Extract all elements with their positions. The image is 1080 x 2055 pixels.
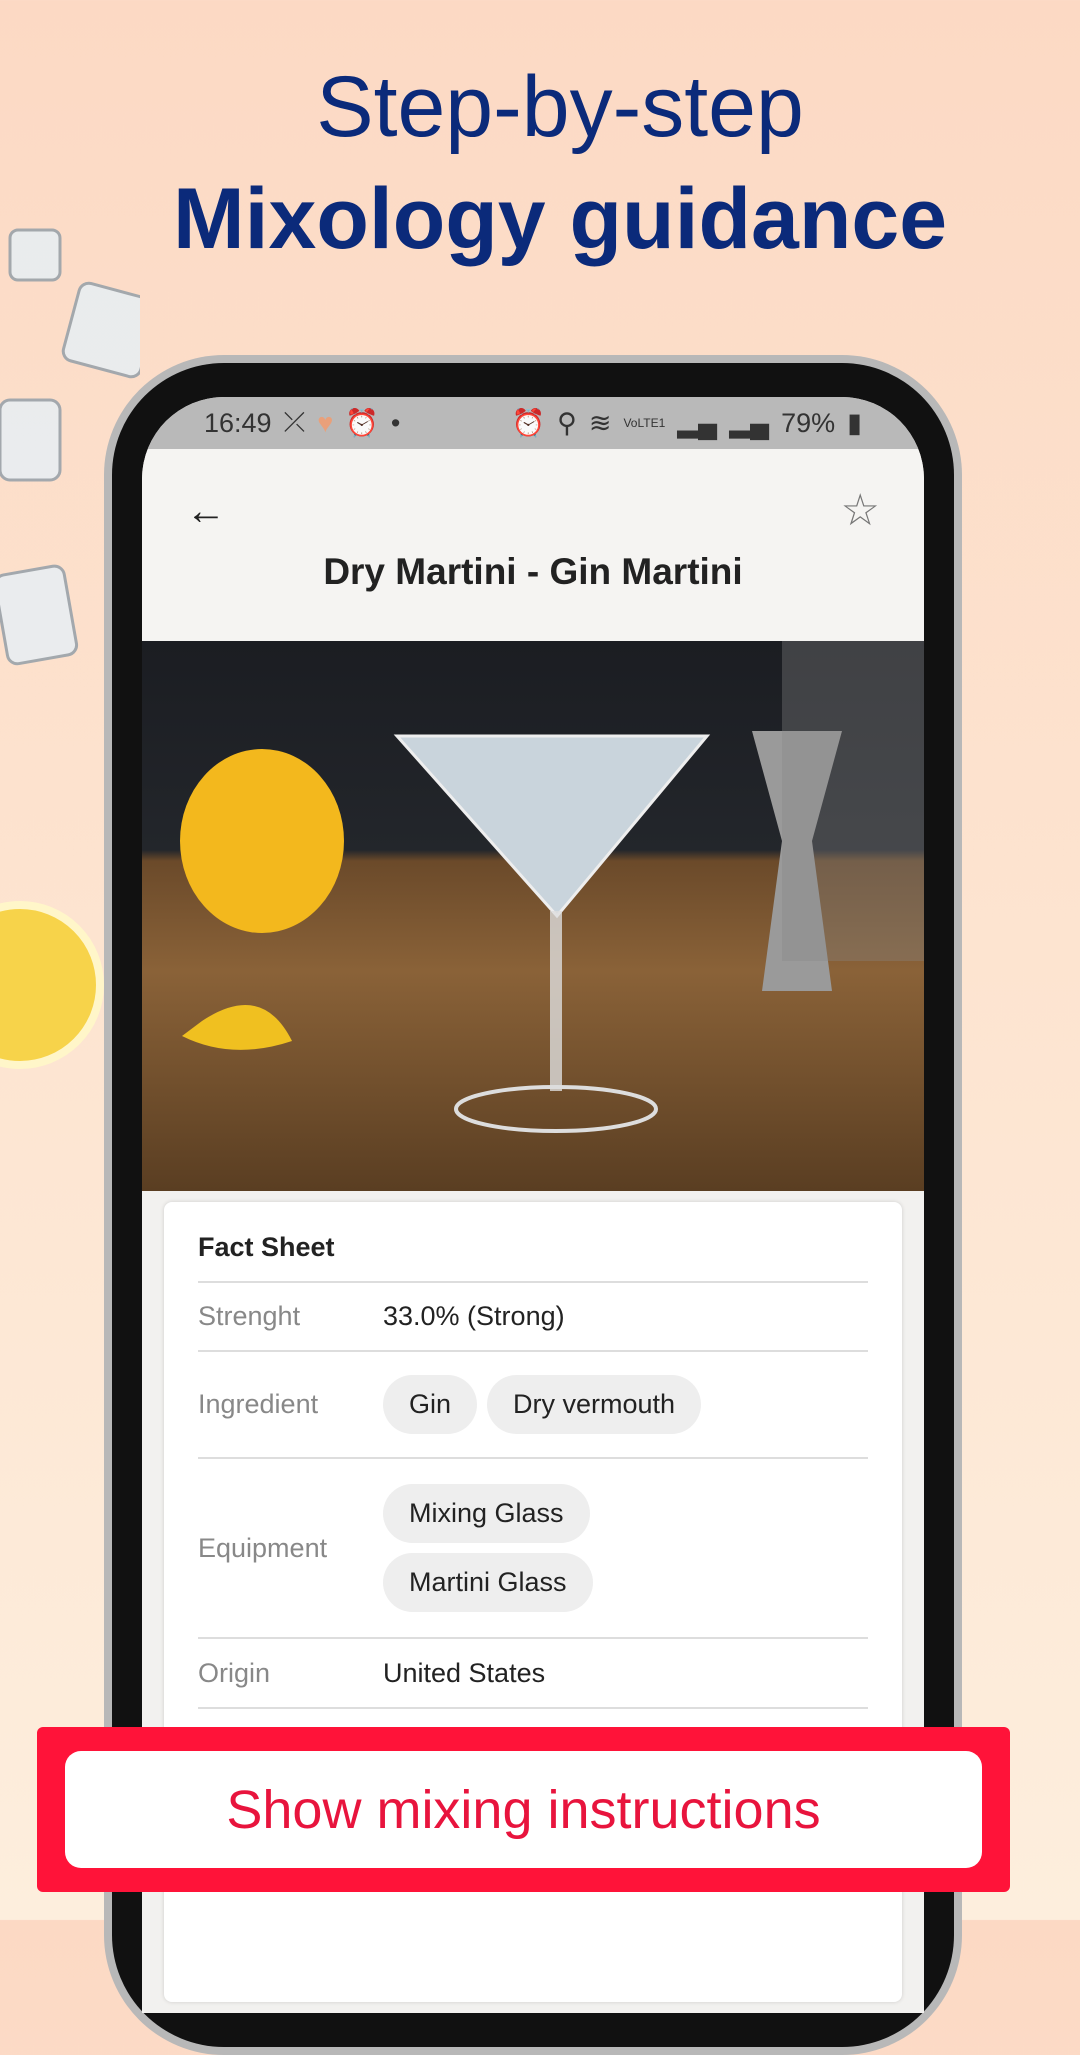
ingredient-row: Ingredient Gin Dry vermouth [198, 1352, 868, 1459]
cocktail-photo [142, 641, 924, 1191]
headline-line2: Mixology guidance [172, 171, 948, 267]
alarm-icon: ⏰ [345, 408, 379, 438]
heart-icon: ♥ [317, 407, 334, 438]
battery-text: 79% [781, 407, 836, 438]
missed-call-icon: ⤫ [283, 407, 306, 437]
alarm-icon: ⏰ [511, 408, 546, 438]
cta-banner: Show mixing instructions [37, 1727, 1010, 1892]
equipment-chip[interactable]: Mixing Glass [383, 1484, 590, 1543]
equipment-label: Equipment [198, 1532, 328, 1563]
origin-value: United States [383, 1657, 546, 1688]
status-time: 16:49 [204, 407, 272, 438]
strength-row: Strenght 33.0% (Strong) [198, 1283, 868, 1352]
volte-label: VoLTE1 [623, 416, 666, 430]
signal-icon-2: ▂▄ [729, 407, 770, 438]
star-outline-icon[interactable]: ☆ [841, 485, 880, 536]
location-icon: ⚲ [557, 407, 577, 438]
dot-icon: • [390, 407, 401, 438]
arrow-left-icon[interactable]: ← [186, 489, 226, 534]
signal-icon: ▂▄ [677, 407, 718, 438]
fact-sheet-heading: Fact Sheet [198, 1232, 868, 1283]
equipment-row: Equipment Mixing Glass Martini Glass [198, 1459, 868, 1639]
show-mixing-instructions-button[interactable]: Show mixing instructions [65, 1751, 982, 1868]
app-bar: ← ☆ Dry Martini - Gin Martini [142, 449, 924, 641]
origin-label: Origin [198, 1657, 271, 1688]
ingredient-chip[interactable]: Dry vermouth [487, 1375, 702, 1434]
ingredient-chip[interactable]: Gin [383, 1375, 478, 1434]
equipment-chip[interactable]: Martini Glass [383, 1553, 593, 1612]
ingredient-label: Ingredient [198, 1389, 319, 1419]
headline-line1: Step-by-step [316, 59, 804, 155]
page-title: Dry Martini - Gin Martini [323, 551, 743, 592]
strength-label: Strenght [198, 1301, 301, 1331]
battery-icon: ▮ [847, 407, 862, 438]
wifi-icon: ≋ [588, 407, 612, 438]
status-bar: 16:49 ⤫ ♥ ⏰ • ⏰ ⚲ ≋ VoLTE1 ▂▄ ▂▄ 79% ▮ [142, 397, 924, 449]
origin-row: Origin United States [198, 1639, 868, 1709]
strength-value: 33.0% (Strong) [383, 1301, 565, 1331]
